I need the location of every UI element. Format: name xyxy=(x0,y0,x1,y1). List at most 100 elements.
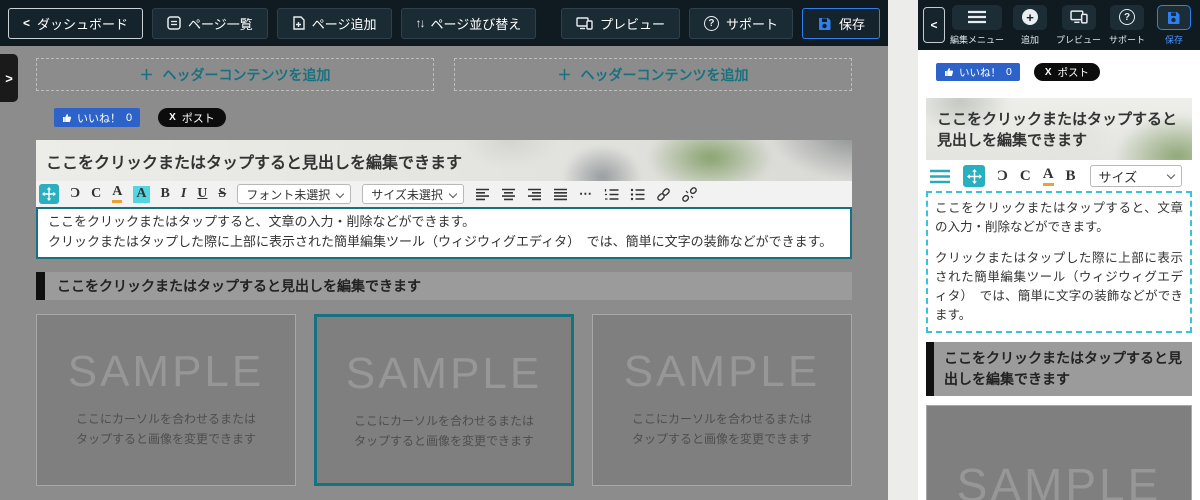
plus-icon: ＋ xyxy=(558,65,572,85)
align-left-button[interactable] xyxy=(475,188,490,201)
text-paragraph-1: ここをクリックまたはタップすると、文章の入力・削除などができます。 xyxy=(48,212,840,232)
save-icon xyxy=(1157,5,1191,30)
text-paragraph-2: クリックまたはタップした際に上部に表示された簡単編集ツール（ウィジウィグエディタ… xyxy=(48,232,840,252)
facebook-like-button[interactable]: いいね！ 0 xyxy=(936,63,1020,81)
page-add-icon xyxy=(292,16,305,30)
editable-text-block[interactable]: ここをクリックまたはタップすると、文章の入力・削除などができます。 クリックまた… xyxy=(36,207,852,259)
page-add-button[interactable]: ページ追加 xyxy=(277,8,392,39)
mobile-sub-heading-block[interactable]: ここをクリックまたはタップすると見出しを編集できます xyxy=(926,342,1192,396)
italic-button[interactable]: I xyxy=(181,187,186,201)
save-icon xyxy=(817,16,832,31)
question-icon: ? xyxy=(704,16,719,31)
undo-icon[interactable]: Ɔ xyxy=(70,187,80,201)
align-right-button[interactable] xyxy=(527,188,542,201)
move-handle[interactable] xyxy=(963,165,985,187)
support-button[interactable]: ? サポート xyxy=(689,8,793,39)
undo-icon[interactable]: Ɔ xyxy=(997,169,1008,184)
mobile-add-button[interactable]: + 追加 xyxy=(1009,5,1051,46)
dashboard-button[interactable]: < ダッシュボード xyxy=(8,8,143,39)
image-placeholder-2-selected[interactable]: SAMPLE ここにカーソルを合わせるまたは タップすると画像を変更できます xyxy=(314,314,574,486)
like-label: いいね！ xyxy=(959,65,1001,80)
mobile-edit-menu-button[interactable]: 編集メニュー xyxy=(950,5,1004,46)
underline-button[interactable]: U xyxy=(197,187,207,201)
preview-label: プレビュー xyxy=(600,14,665,33)
size-select[interactable]: サイズ未選択 xyxy=(362,184,464,204)
image-placeholder-3[interactable]: SAMPLE ここにカーソルを合わせるまたは タップすると画像を変更できます xyxy=(592,314,852,486)
question-icon: ? xyxy=(1110,5,1144,30)
redo-icon[interactable]: C xyxy=(1020,169,1031,184)
sub-heading-text: ここをクリックまたはタップすると見出しを編集できます xyxy=(57,276,421,296)
font-select[interactable]: フォント未選択 xyxy=(237,184,351,204)
plus-circle-icon: + xyxy=(1013,5,1047,30)
ordered-list-button[interactable] xyxy=(604,188,619,201)
page-list-button[interactable]: ページ一覧 xyxy=(152,8,268,39)
x-post-button[interactable]: X ポスト xyxy=(158,108,226,127)
mobile-editable-text-block[interactable]: ここをクリックまたはタップすると、文章の入力・削除などができます。 クリックまた… xyxy=(926,191,1192,333)
unlink-button[interactable] xyxy=(682,187,697,202)
highlight-color-button[interactable]: A xyxy=(133,186,149,203)
image-placeholders-row: SAMPLE ここにカーソルを合わせるまたは タップすると画像を変更できます S… xyxy=(36,314,852,486)
chevron-right-icon: > xyxy=(5,71,13,86)
chevron-down-icon xyxy=(1166,171,1174,179)
dashboard-label: ダッシュボード xyxy=(37,14,128,33)
page-content: ＋ ヘッダーコンテンツを追加 ＋ ヘッダーコンテンツを追加 いいね！ 0 xyxy=(36,46,852,486)
add-header-label: ヘッダーコンテンツを追加 xyxy=(163,65,331,85)
sample-watermark: SAMPLE xyxy=(346,349,543,399)
mobile-support-button[interactable]: ? サポート xyxy=(1106,5,1148,46)
text-paragraph-1: ここをクリックまたはタップすると、文章の入力・削除などができます。 xyxy=(935,199,1183,237)
post-label: ポスト xyxy=(1058,65,1090,80)
font-color-button[interactable]: A xyxy=(112,185,122,203)
mobile-preview-button[interactable]: プレビュー xyxy=(1056,5,1101,46)
mobile-topbar: < 編集メニュー + 追加 プレビュー xyxy=(918,0,1200,50)
mobile-hero-heading-block[interactable]: ここをクリックまたはタップすると見出しを編集できます xyxy=(926,98,1192,160)
page-add-label: ページ追加 xyxy=(312,14,377,33)
editor-canvas: > ＋ ヘッダーコンテンツを追加 ＋ ヘッダーコンテンツを追加 xyxy=(0,46,888,500)
chevron-left-icon: < xyxy=(23,16,30,30)
hero-heading-block[interactable]: ここをクリックまたはタップすると見出しを編集できます xyxy=(36,140,852,181)
support-label: サポート xyxy=(726,14,778,33)
x-logo-icon: X xyxy=(1045,67,1052,78)
editor-screen: < ダッシュボード ページ一覧 ページ追加 ↑↓ ペ xyxy=(0,0,1200,500)
save-button[interactable]: 保存 xyxy=(802,8,880,39)
topbar-left-group: < ダッシュボード ページ一覧 ページ追加 ↑↓ ペ xyxy=(8,8,536,39)
mobile-collapse-button[interactable]: < xyxy=(923,7,945,43)
facebook-like-button[interactable]: いいね！ 0 xyxy=(54,108,140,127)
strikethrough-button[interactable]: S xyxy=(218,187,226,201)
devices-icon xyxy=(576,17,593,30)
sub-heading-block[interactable]: ここをクリックまたはタップすると見出しを編集できます xyxy=(36,272,852,300)
unordered-list-button[interactable] xyxy=(630,188,645,201)
bold-button[interactable]: B xyxy=(1066,169,1076,184)
align-center-button[interactable] xyxy=(501,188,516,201)
post-label: ポスト xyxy=(182,110,215,126)
mobile-wysiwyg-toolbar: Ɔ C A B サイズ xyxy=(926,163,1192,189)
sidebar-expand-tab[interactable]: > xyxy=(0,54,18,102)
redo-icon[interactable]: C xyxy=(91,187,101,201)
mobile-preview-panel: < 編集メニュー + 追加 プレビュー xyxy=(918,0,1200,500)
mobile-save-button[interactable]: 保存 xyxy=(1153,5,1195,46)
bold-button[interactable]: B xyxy=(161,187,170,201)
x-post-button[interactable]: X ポスト xyxy=(1034,63,1100,81)
move-handle[interactable] xyxy=(39,184,59,204)
devices-icon xyxy=(1062,5,1096,30)
font-color-button[interactable]: A xyxy=(1043,167,1054,186)
font-select-value: フォント未選択 xyxy=(246,186,330,203)
sample-watermark: SAMPLE xyxy=(957,458,1162,500)
topbar-right-group: プレビュー ? サポート 保存 xyxy=(561,8,880,39)
link-button[interactable] xyxy=(656,187,671,202)
more-options-button[interactable]: ⋯ xyxy=(579,186,593,202)
page-list-label: ページ一覧 xyxy=(188,14,253,33)
save-label: 保存 xyxy=(1165,33,1183,46)
page-sort-button[interactable]: ↑↓ ページ並び替え xyxy=(401,8,537,39)
align-justify-button[interactable] xyxy=(553,188,568,201)
toolbar-menu-icon[interactable] xyxy=(926,169,951,184)
add-header-content-button-1[interactable]: ＋ ヘッダーコンテンツを追加 xyxy=(36,58,434,91)
desktop-editor-panel: < ダッシュボード ページ一覧 ページ追加 ↑↓ ペ xyxy=(0,0,888,500)
sample-caption: ここにカーソルを合わせるまたは タップすると画像を変更できます xyxy=(76,409,256,449)
mobile-size-select[interactable]: サイズ xyxy=(1090,165,1182,187)
mobile-image-placeholder[interactable]: SAMPLE ここにカーソルを合わせるまたは タップすると画像を変更できます xyxy=(926,405,1192,500)
add-header-content-button-2[interactable]: ＋ ヘッダーコンテンツを追加 xyxy=(454,58,852,91)
image-placeholder-1[interactable]: SAMPLE ここにカーソルを合わせるまたは タップすると画像を変更できます xyxy=(36,314,296,486)
preview-button[interactable]: プレビュー xyxy=(561,8,680,39)
text-paragraph-2: クリックまたはタップした際に上部に表示された簡単編集ツール（ウィジウィグエディタ… xyxy=(935,249,1183,325)
wysiwyg-toolbar: Ɔ C A A B I U S フォント未選択 サイズ未選択 xyxy=(36,181,852,207)
